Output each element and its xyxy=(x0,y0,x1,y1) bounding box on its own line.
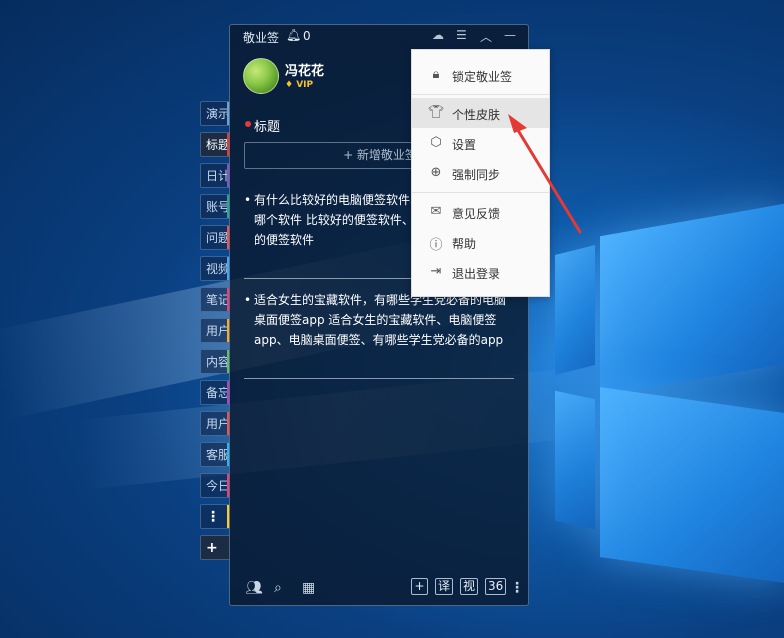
annotation-arrow xyxy=(508,114,582,234)
